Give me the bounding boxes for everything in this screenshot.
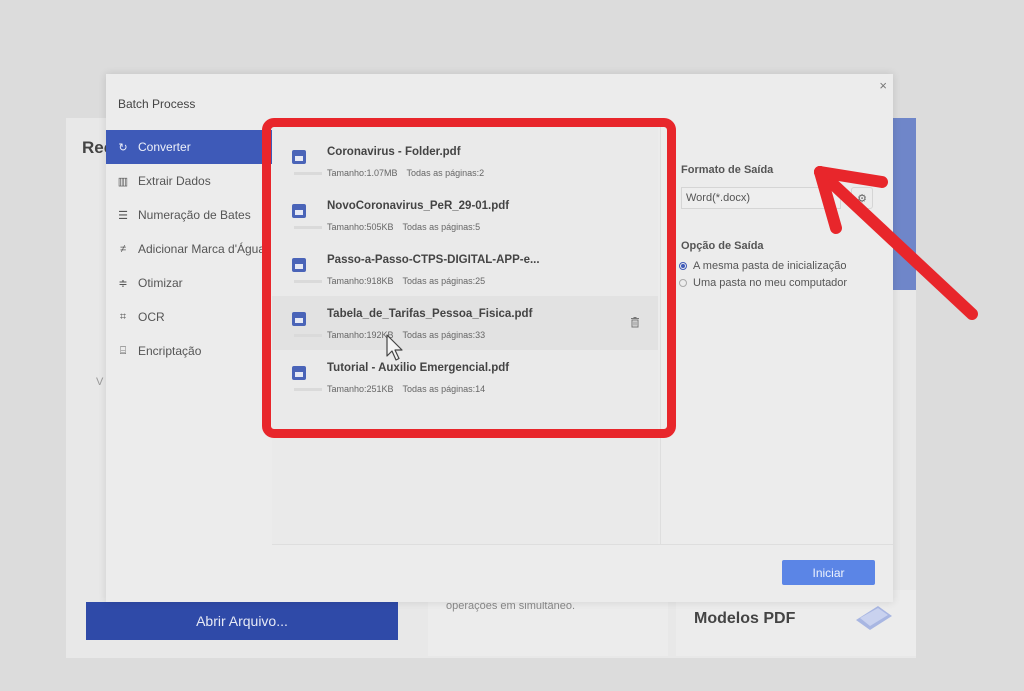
sidebar-item-label: Converter bbox=[138, 140, 191, 154]
sidebar: ↻ Converter ▥ Extrair Dados ☰ Numeração … bbox=[106, 130, 272, 368]
sidebar-item-label: Adicionar Marca d'Água bbox=[138, 242, 266, 256]
chart-icon: ▥ bbox=[117, 175, 129, 188]
sidebar-item-label: Encriptação bbox=[138, 344, 202, 358]
sidebar-item-label: Extrair Dados bbox=[138, 174, 211, 188]
radio-selected-icon bbox=[679, 262, 687, 270]
annotation-highlight-box bbox=[262, 118, 676, 438]
numbering-icon: ☰ bbox=[118, 209, 128, 222]
sidebar-item-ocr[interactable]: ⌗ OCR bbox=[106, 300, 272, 334]
start-button[interactable]: Iniciar bbox=[782, 560, 875, 585]
dialog-title: Batch Process bbox=[118, 97, 196, 111]
radio-unselected-icon bbox=[679, 279, 687, 287]
background-side-text: V bbox=[96, 376, 104, 388]
sidebar-item-converter[interactable]: ↻ Converter bbox=[106, 130, 272, 164]
open-file-button[interactable]: Abrir Arquivo... bbox=[86, 602, 398, 640]
sidebar-item-label: Otimizar bbox=[138, 276, 183, 290]
pdf-templates-label: Modelos PDF bbox=[694, 610, 796, 627]
output-format-value: Word(*.docx) bbox=[686, 192, 750, 204]
templates-icon bbox=[856, 606, 892, 630]
sidebar-item-label: OCR bbox=[138, 310, 165, 324]
close-icon[interactable]: × bbox=[879, 78, 887, 93]
refresh-icon: ↻ bbox=[118, 141, 128, 154]
output-format-label: Formato de Saída bbox=[681, 164, 774, 176]
sidebar-item-optimize[interactable]: ≑ Otimizar bbox=[106, 266, 272, 300]
sidebar-item-encryption[interactable]: ⌸ Encriptação bbox=[106, 334, 272, 368]
sidebar-item-watermark[interactable]: ≠ Adicionar Marca d'Água bbox=[106, 232, 272, 266]
sidebar-item-bates-numbering[interactable]: ☰ Numeração de Bates bbox=[106, 198, 272, 232]
watermark-icon: ≠ bbox=[119, 243, 127, 255]
annotation-arrow-icon bbox=[814, 166, 978, 320]
footer-divider bbox=[272, 544, 893, 545]
output-option-label: Opção de Saída bbox=[681, 240, 764, 252]
optimize-icon: ≑ bbox=[118, 277, 128, 290]
ocr-icon: ⌗ bbox=[119, 310, 127, 323]
lock-icon: ⌸ bbox=[119, 344, 127, 357]
mouse-cursor-icon bbox=[386, 334, 403, 361]
sidebar-item-extract-data[interactable]: ▥ Extrair Dados bbox=[106, 164, 272, 198]
sidebar-item-label: Numeração de Bates bbox=[138, 208, 251, 222]
